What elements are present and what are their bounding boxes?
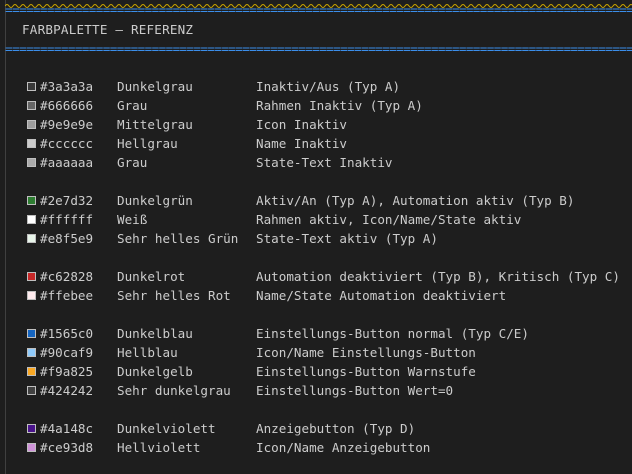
palette-row: #e8f5e9 Sehr helles Grün State-Text aktiv … — [0, 229, 632, 248]
palette-row: #1565c0 Dunkelblau Einstellungs-Button nor… — [0, 324, 632, 343]
color-swatch — [27, 272, 36, 281]
color-usage: Rahmen aktiv, Icon/Name/State aktiv — [256, 212, 522, 227]
color-swatch — [27, 424, 36, 433]
color-name: Dunkelviolett — [117, 421, 216, 436]
color-name: Dunkelrot — [117, 269, 186, 284]
hex-code: #90caf9 — [40, 345, 94, 360]
color-swatch — [27, 386, 36, 395]
warning-squiggle — [5, 4, 632, 8]
color-name: Sehr helles Rot — [117, 288, 231, 303]
hex-code: #ce93d8 — [40, 440, 94, 455]
palette-row: #4a148c Dunkelviolett Anzeigebutton (Typ D… — [0, 419, 632, 438]
color-usage: Icon/Name Anzeigebutton — [256, 440, 431, 455]
color-name: Dunkelgelb — [117, 364, 193, 379]
hex-code: #4a148c — [40, 421, 94, 436]
color-name: Sehr dunkelgrau — [117, 383, 231, 398]
color-swatch — [27, 120, 36, 129]
color-usage: State-Text Inaktiv — [256, 155, 393, 170]
hex-code: #2e7d32 — [40, 193, 94, 208]
color-usage: Automation deaktiviert (Typ B), Kritisch… — [256, 269, 620, 284]
color-name: Dunkelgrau — [117, 79, 193, 94]
hex-code: #1565c0 — [40, 326, 94, 341]
color-usage: State-Text aktiv (Typ A) — [256, 231, 438, 246]
color-swatch — [27, 196, 36, 205]
hex-code: #424242 — [40, 383, 94, 398]
color-swatch — [27, 158, 36, 167]
palette-row: #c62828 Dunkelrot Automation deaktiviert (… — [0, 267, 632, 286]
color-usage: Einstellungs-Button Warnstufe — [256, 364, 476, 379]
title-line: FARBPALETTE – REFERENZ — [0, 20, 632, 39]
color-swatch — [27, 139, 36, 148]
color-swatch — [27, 101, 36, 110]
color-usage: Name Inaktiv — [256, 136, 347, 151]
color-name: Hellblau — [117, 345, 178, 360]
hex-code: #e8f5e9 — [40, 231, 94, 246]
color-name: Hellviolett — [117, 440, 201, 455]
palette-row: #ffffff Weiß Rahmen aktiv, Icon/Name/State… — [0, 210, 632, 229]
color-name: Sehr helles Grün — [117, 231, 239, 246]
palette-row: #3a3a3a Dunkelgrau Inaktiv/Aus (Typ A) — [0, 77, 632, 96]
color-usage: Anzeigebutton (Typ D) — [256, 421, 416, 436]
color-swatch — [27, 443, 36, 452]
color-swatch — [27, 215, 36, 224]
color-name: Weiß — [117, 212, 148, 227]
color-name: Grau — [117, 155, 148, 170]
color-swatch — [27, 348, 36, 357]
color-usage: Name/State Automation deaktiviert — [256, 288, 507, 303]
color-swatch — [27, 329, 36, 338]
hex-code: #9e9e9e — [40, 117, 94, 132]
palette-row: #424242 Sehr dunkelgrau Einstellungs-Butto… — [0, 381, 632, 400]
palette-row: #666666 Grau Rahmen Inaktiv (Typ A) — [0, 96, 632, 115]
color-name: Dunkelgrün — [117, 193, 193, 208]
color-swatch — [27, 291, 36, 300]
hex-code: #cccccc — [40, 136, 94, 151]
hex-code: #f9a825 — [40, 364, 94, 379]
hex-code: #666666 — [40, 98, 94, 113]
color-usage: Icon Inaktiv — [256, 117, 347, 132]
palette-row: #ffebee Sehr helles Rot Name/State Automat… — [0, 286, 632, 305]
palette-row: #f9a825 Dunkelgelb Einstellungs-Button War… — [0, 362, 632, 381]
color-name: Mittelgrau — [117, 117, 193, 132]
color-usage: Aktiv/An (Typ A), Automation aktiv (Typ … — [256, 193, 575, 208]
color-swatch — [27, 234, 36, 243]
palette-row: #ce93d8 Hellviolett Icon/Name Anzeigebutto… — [0, 438, 632, 457]
page-title: FARBPALETTE – REFERENZ — [22, 22, 194, 37]
palette-row: #90caf9 Hellblau Icon/Name Einstellungs-Bu… — [0, 343, 632, 362]
palette-row: #aaaaaa Grau State-Text Inaktiv — [0, 153, 632, 172]
color-swatch — [27, 367, 36, 376]
color-usage: Rahmen Inaktiv (Typ A) — [256, 98, 423, 113]
color-usage: Einstellungs-Button normal (Typ C/E) — [256, 326, 529, 341]
hex-code: #ffffff — [40, 212, 94, 227]
hex-code: #c62828 — [40, 269, 94, 284]
hex-code: #3a3a3a — [40, 79, 94, 94]
color-usage: Einstellungs-Button Wert=0 — [256, 383, 454, 398]
color-usage: Icon/Name Einstellungs-Button — [256, 345, 476, 360]
palette-row: #9e9e9e Mittelgrau Icon Inaktiv — [0, 115, 632, 134]
palette-row: #2e7d32 Dunkelgrün Aktiv/An (Typ A), Autom… — [0, 191, 632, 210]
hex-code: #ffebee — [40, 288, 94, 303]
color-name: Dunkelblau — [117, 326, 193, 341]
color-swatch — [27, 82, 36, 91]
color-usage: Inaktiv/Aus (Typ A) — [256, 79, 401, 94]
separator-bottom: ========================================… — [5, 43, 632, 55]
palette-row: #cccccc Hellgrau Name Inaktiv — [0, 134, 632, 153]
color-name: Grau — [117, 98, 148, 113]
hex-code: #aaaaaa — [40, 155, 94, 170]
color-name: Hellgrau — [117, 136, 178, 151]
